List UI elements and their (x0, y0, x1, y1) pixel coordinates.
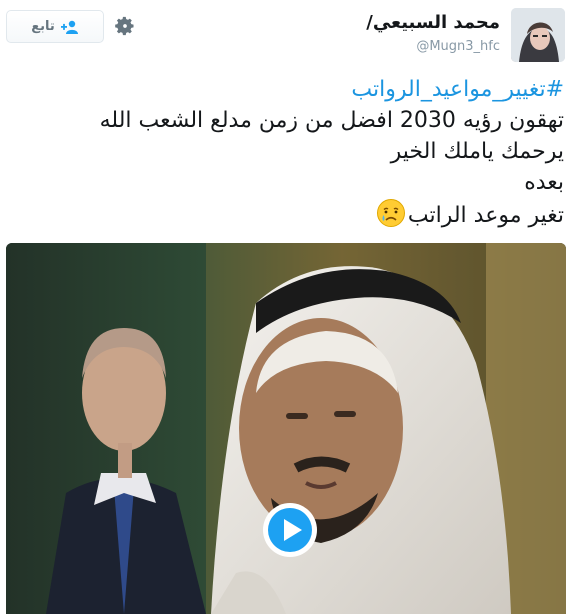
follow-button[interactable]: تابع (6, 10, 104, 43)
gear-icon[interactable] (114, 15, 136, 37)
tweet-text: #تغيير_مواعيد_الرواتب تهقون رؤيه 2030 اف… (8, 74, 564, 231)
tweet-header: محمد السبيعي/ @Mugn3_hfc تابع (0, 0, 572, 64)
user-handle[interactable]: @Mugn3_hfc (416, 39, 500, 54)
tweet-line-4: تغير موعد الراتب (8, 198, 564, 231)
tweet-line-3: بعده (524, 170, 564, 195)
tweet-line-4-text: تغير موعد الراتب (407, 203, 564, 228)
hashtag-link[interactable]: #تغيير_مواعيد_الرواتب (8, 74, 564, 105)
tweet-line-1: تهقون رؤيه 2030 افضل من زمن مدلع الشعب ا… (99, 108, 564, 133)
follow-button-label: تابع (31, 19, 55, 34)
display-name[interactable]: محمد السبيعي/ (366, 12, 500, 33)
tweet-line-2: يرحمك ياملك الخير (390, 139, 564, 164)
add-user-icon (60, 20, 78, 34)
crying-face-emoji (376, 199, 405, 227)
video-player[interactable] (6, 243, 566, 614)
avatar[interactable] (511, 8, 565, 62)
play-icon[interactable] (260, 500, 320, 560)
